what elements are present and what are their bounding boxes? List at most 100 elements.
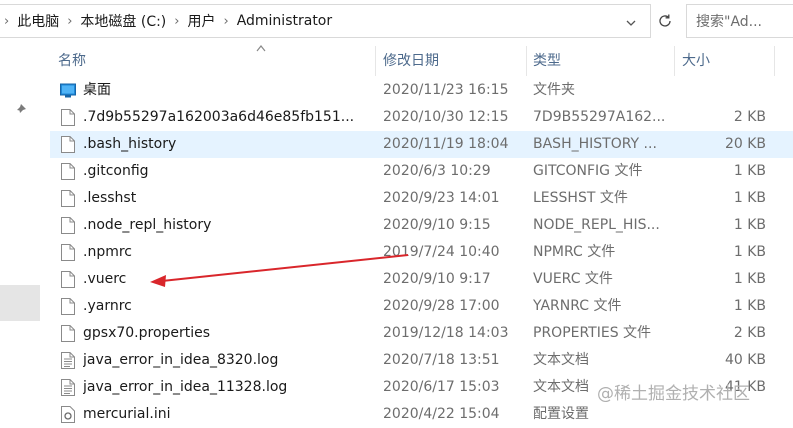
file-modified-date: 2020/11/19 18:04	[383, 136, 509, 152]
file-name[interactable]: .yarnrc	[83, 293, 378, 320]
column-header-name[interactable]: 名称	[58, 44, 86, 76]
search-input[interactable]: 搜索"Ad...	[686, 4, 793, 38]
file-modified-date: 2020/9/23 14:01	[383, 190, 500, 206]
file-type: 文件夹	[533, 82, 575, 98]
file-modified-date: 2020/9/10 9:15	[383, 217, 491, 233]
column-header-type[interactable]: 类型	[533, 44, 561, 76]
file-row[interactable]: .vuerc 2020/9/10 9:17 VUERC 文件 1 KB	[50, 266, 793, 293]
breadcrumb: › 此电脑 › 本地磁盘 (C:) › 用户 › Administrator	[0, 11, 336, 31]
file-size: 2 KB	[733, 325, 766, 341]
file-size	[680, 401, 766, 428]
file-name[interactable]: .vuerc	[83, 266, 378, 293]
file-icon	[61, 271, 75, 288]
file-row[interactable]: .7d9b55297a162003a6d46e85fb151... 2020/10…	[50, 104, 793, 131]
file-type: BASH_HISTORY ...	[533, 136, 657, 152]
file-row[interactable]: java_error_in_idea_8320.log 2020/7/18 13:…	[50, 347, 793, 374]
file-icon	[61, 163, 75, 180]
file-type: 配置设置	[533, 406, 589, 422]
column-header-row: 名称 修改日期 类型 大小	[50, 44, 793, 76]
breadcrumb-users[interactable]: 用户	[183, 11, 219, 31]
file-name[interactable]: .lesshst	[83, 185, 378, 212]
file-type: YARNRC 文件	[533, 298, 622, 314]
file-size: 1 KB	[733, 298, 766, 314]
file-modified-date: 2020/7/18 13:51	[383, 352, 500, 368]
refresh-icon	[659, 14, 671, 27]
column-divider[interactable]	[774, 46, 775, 76]
file-name[interactable]: java_error_in_idea_11328.log	[83, 374, 378, 401]
chevron-right-icon[interactable]: ›	[170, 14, 183, 29]
file-icon	[61, 217, 75, 234]
file-size: 1 KB	[733, 190, 766, 206]
file-type: VUERC 文件	[533, 271, 613, 287]
breadcrumb-local-disk[interactable]: 本地磁盘 (C:)	[76, 11, 170, 31]
file-row[interactable]: mercurial.ini 2020/4/22 15:04 配置设置	[50, 401, 793, 428]
file-row[interactable]: .lesshst 2020/9/23 14:01 LESSHST 文件 1 KB	[50, 185, 793, 212]
file-modified-date: 2020/6/17 15:03	[383, 379, 500, 395]
file-row[interactable]: .gitconfig 2020/6/3 10:29 GITCONFIG 文件 1 KB	[50, 158, 793, 185]
nav-pane-selected-item[interactable]	[0, 285, 40, 321]
file-name[interactable]: .node_repl_history	[83, 212, 378, 239]
file-name[interactable]: .npmrc	[83, 239, 378, 266]
file-modified-date: 2019/7/24 10:40	[383, 244, 500, 260]
file-name[interactable]: .bash_history	[83, 131, 378, 158]
file-size: 1 KB	[733, 271, 766, 287]
file-row[interactable]: .bash_history 2020/11/19 18:04 BASH_HISTOR…	[50, 131, 793, 158]
file-size	[680, 77, 766, 104]
file-modified-date: 2020/11/23 16:15	[383, 82, 509, 98]
file-modified-date: 2020/4/22 15:04	[383, 406, 500, 422]
column-header-size[interactable]: 大小	[682, 44, 710, 76]
settings-file-icon	[61, 406, 75, 423]
file-type: NODE_REPL_HIS...	[533, 217, 660, 233]
file-name[interactable]: 桌面	[83, 77, 378, 104]
file-size: 1 KB	[733, 217, 766, 233]
column-header-date[interactable]: 修改日期	[383, 44, 439, 76]
file-name[interactable]: mercurial.ini	[83, 401, 378, 428]
pin-icon[interactable]	[13, 103, 27, 117]
file-type: PROPERTIES 文件	[533, 325, 652, 341]
file-type: NPMRC 文件	[533, 244, 616, 260]
column-divider[interactable]	[526, 46, 527, 76]
sort-ascending-icon	[256, 45, 266, 52]
file-icon	[61, 244, 75, 261]
file-row[interactable]: .node_repl_history 2020/9/10 9:15 NODE_REP…	[50, 212, 793, 239]
file-size: 20 KB	[724, 136, 766, 152]
breadcrumb-administrator[interactable]: Administrator	[233, 13, 336, 29]
column-divider[interactable]	[674, 46, 675, 76]
chevron-down-icon[interactable]	[626, 18, 636, 28]
file-icon	[61, 298, 75, 315]
chevron-right-icon[interactable]: ›	[0, 14, 13, 29]
file-size: 40 KB	[724, 352, 766, 368]
file-name[interactable]: .7d9b55297a162003a6d46e85fb151...	[83, 104, 378, 131]
file-icon	[61, 190, 75, 207]
chevron-right-icon[interactable]: ›	[219, 14, 232, 29]
column-divider[interactable]	[375, 46, 376, 76]
file-type: LESSHST 文件	[533, 190, 628, 206]
file-name[interactable]: .gitconfig	[83, 158, 378, 185]
file-modified-date: 2020/10/30 12:15	[383, 109, 509, 125]
chevron-right-icon[interactable]: ›	[63, 14, 76, 29]
file-name[interactable]: java_error_in_idea_8320.log	[83, 347, 378, 374]
file-type: 7D9B55297A162...	[533, 109, 666, 125]
file-icon	[61, 136, 75, 153]
file-name[interactable]: gpsx70.properties	[83, 320, 378, 347]
folder-desktop-icon	[60, 83, 76, 98]
text-file-icon	[61, 352, 75, 369]
file-size: 1 KB	[733, 244, 766, 260]
file-icon	[61, 109, 75, 126]
file-row[interactable]: .npmrc 2019/7/24 10:40 NPMRC 文件 1 KB	[50, 239, 793, 266]
file-size: 1 KB	[733, 163, 766, 179]
file-row[interactable]: gpsx70.properties 2019/12/18 14:03 PROPERT…	[50, 320, 793, 347]
file-icon	[61, 325, 75, 342]
text-file-icon	[61, 379, 75, 396]
file-modified-date: 2019/12/18 14:03	[383, 325, 509, 341]
file-row[interactable]: 桌面 2020/11/23 16:15 文件夹	[50, 77, 793, 104]
address-bar[interactable]: › 此电脑 › 本地磁盘 (C:) › 用户 › Administrator	[0, 4, 651, 38]
breadcrumb-this-pc[interactable]: 此电脑	[13, 11, 63, 31]
file-modified-date: 2020/9/10 9:17	[383, 271, 491, 287]
file-type: GITCONFIG 文件	[533, 163, 643, 179]
search-placeholder: 搜索"Ad...	[696, 14, 763, 30]
refresh-button[interactable]	[652, 4, 678, 38]
file-type: 文本文档	[533, 352, 589, 368]
file-list: 桌面 2020/11/23 16:15 文件夹 .7d9b55297a162003a6…	[50, 77, 793, 428]
file-row[interactable]: .yarnrc 2020/9/28 17:00 YARNRC 文件 1 KB	[50, 293, 793, 320]
